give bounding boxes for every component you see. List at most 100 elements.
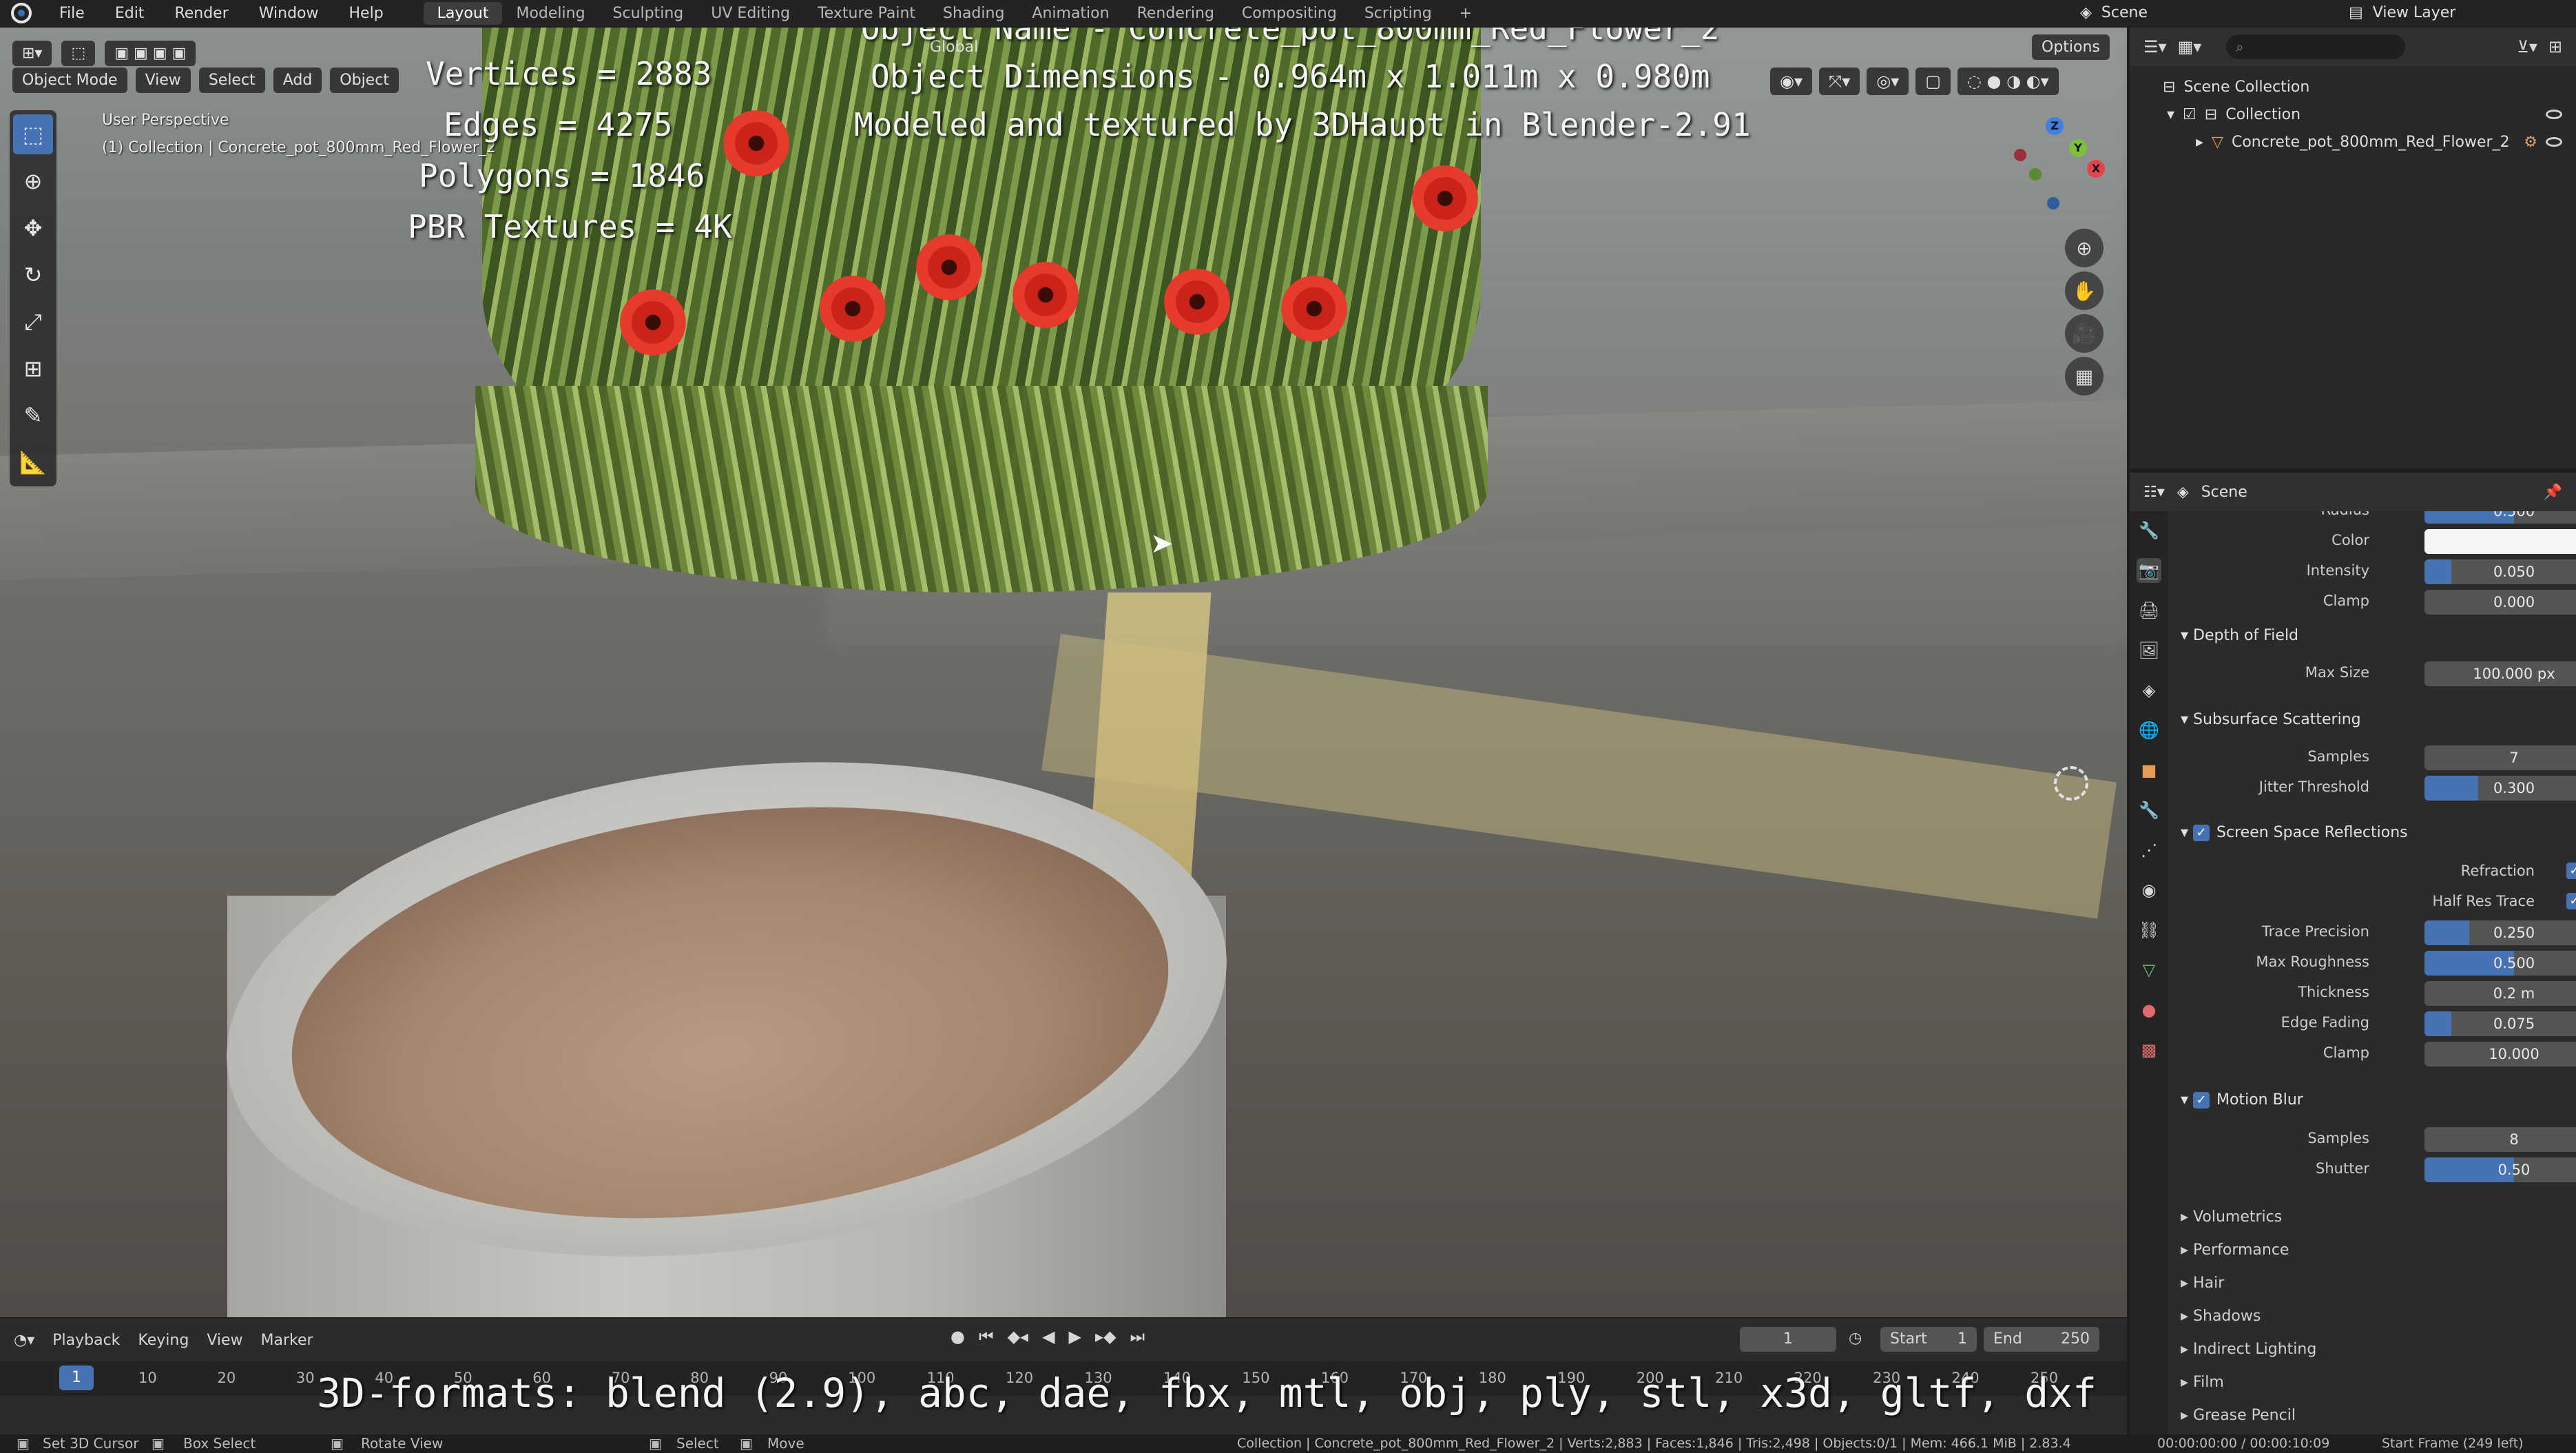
ssr-trace-precision-field[interactable]: 0.250 xyxy=(2424,920,2576,945)
move-tool-icon[interactable]: ✥ xyxy=(13,208,53,248)
dof-max-size-field[interactable]: 100.000 px xyxy=(2424,661,2576,686)
tab-shading[interactable]: Shading xyxy=(929,2,1018,25)
viewport-menu-add[interactable]: Add xyxy=(273,68,322,93)
pin-icon[interactable]: 📌 xyxy=(2544,484,2562,501)
tab-uv-editing[interactable]: UV Editing xyxy=(697,2,804,25)
prev-keyframe-icon[interactable]: ◆◂ xyxy=(1008,1327,1029,1346)
filter-icon[interactable]: ⊻▾ xyxy=(2517,37,2537,56)
timeline-menu-keying[interactable]: Keying xyxy=(138,1332,189,1349)
shadows-section-header[interactable]: ▸ Shadows xyxy=(2168,1299,2576,1334)
editor-type-icon[interactable]: ⊞▾ xyxy=(12,40,52,66)
jump-end-icon[interactable]: ⏭ xyxy=(1130,1327,1145,1346)
transform-tool-icon[interactable]: ⊞ xyxy=(13,349,53,389)
data-tab-icon[interactable]: ▽ xyxy=(2137,958,2161,982)
tab-animation[interactable]: Animation xyxy=(1018,2,1123,25)
ssr-max-roughness-field[interactable]: 0.500 xyxy=(2424,951,2576,976)
render-tab-icon[interactable]: 📷 xyxy=(2137,558,2161,583)
tab-sculpting[interactable]: Sculpting xyxy=(599,2,698,25)
gizmo-z-axis[interactable]: Z xyxy=(2046,117,2064,135)
navigation-gizmo[interactable]: Z X Y xyxy=(1997,110,2115,227)
ssr-half-res-checkbox[interactable]: ✓ xyxy=(2566,893,2576,909)
jump-start-icon[interactable]: ⏮ xyxy=(979,1327,994,1346)
viewport-menu-object[interactable]: Object xyxy=(330,68,399,93)
timeline-menu-playback[interactable]: Playback xyxy=(52,1332,120,1349)
menu-file[interactable]: File xyxy=(44,5,100,22)
dof-section-header[interactable]: ▾ Depth of Field xyxy=(2168,619,2576,653)
checkbox-icon[interactable]: ☑ xyxy=(2183,106,2196,123)
world-tab-icon[interactable]: 🌐 xyxy=(2137,718,2161,743)
visibility-eye-icon[interactable] xyxy=(2546,137,2562,147)
gizmo-neg-y[interactable] xyxy=(2029,168,2042,181)
gizmo-y-axis[interactable]: Y xyxy=(2069,139,2087,157)
record-icon[interactable]: ● xyxy=(951,1327,965,1346)
bloom-clamp-field[interactable]: 0.000 xyxy=(2424,590,2576,615)
play-reverse-icon[interactable]: ◀ xyxy=(1042,1327,1055,1346)
menu-help[interactable]: Help xyxy=(334,5,399,22)
visibility-icon[interactable]: ◉▾ xyxy=(1770,68,1812,95)
frame-indicator[interactable]: 1 xyxy=(59,1366,94,1390)
add-workspace-icon[interactable]: + xyxy=(1446,2,1486,25)
radius-field[interactable]: 0.500 xyxy=(2424,511,2576,524)
sss-samples-field[interactable]: 7 xyxy=(2424,745,2576,770)
sss-section-header[interactable]: ▾ Subsurface Scattering xyxy=(2168,703,2576,737)
ssr-clamp-field[interactable]: 10.000 xyxy=(2424,1042,2576,1066)
outliner-row-scene-collection[interactable]: ⊟ Scene Collection xyxy=(2130,73,2576,101)
menu-render[interactable]: Render xyxy=(159,5,243,22)
play-icon[interactable]: ▶ xyxy=(1069,1327,1081,1346)
motion-blur-section-header[interactable]: ▾ ✓ Motion Blur xyxy=(2168,1083,2576,1117)
outliner-row-object[interactable]: ▸ ▽ Concrete_pot_800mm_Red_Flower_2 ⚙ xyxy=(2130,128,2576,156)
rotate-tool-icon[interactable]: ↻ xyxy=(13,255,53,295)
hair-section-header[interactable]: ▸ Hair xyxy=(2168,1266,2576,1301)
grease-pencil-section-header[interactable]: ▸ Grease Pencil xyxy=(2168,1399,2576,1433)
display-mode-icon[interactable]: ▦▾ xyxy=(2178,37,2202,56)
end-frame-field[interactable]: End 250 xyxy=(1984,1327,2099,1352)
outliner-editor-icon[interactable]: ☰▾ xyxy=(2143,37,2167,56)
annotate-tool-icon[interactable]: ✎ xyxy=(13,395,53,435)
ortho-grid-icon[interactable]: ▦ xyxy=(2065,357,2104,395)
3d-viewport[interactable]: ⊞▾ ⬚ ▣ ▣ ▣ ▣ Object Mode View Select Add… xyxy=(0,28,2127,1317)
constraints-tab-icon[interactable]: ⛓ xyxy=(2137,918,2161,942)
ssr-checkbox[interactable]: ✓ xyxy=(2193,825,2210,841)
measure-tool-icon[interactable]: 📐 xyxy=(13,442,53,482)
film-section-header[interactable]: ▸ Film xyxy=(2168,1366,2576,1400)
physics-tab-icon[interactable]: ◉ xyxy=(2137,878,2161,903)
output-tab-icon[interactable]: 🖨 xyxy=(2137,598,2161,623)
tab-scripting[interactable]: Scripting xyxy=(1351,2,1446,25)
gizmo-toggle-icon[interactable]: ⤧▾ xyxy=(1819,68,1860,95)
particles-tab-icon[interactable]: ⋰ xyxy=(2137,838,2161,863)
outliner-search-input[interactable]: ⌕ xyxy=(2226,34,2406,59)
tool-tab-icon[interactable]: 🔧 xyxy=(2137,518,2161,543)
pan-hand-icon[interactable]: ✋ xyxy=(2065,271,2104,310)
motion-blur-shutter-field[interactable]: 0.50 xyxy=(2424,1157,2576,1182)
scene-selector[interactable]: ◈ Scene xyxy=(2080,0,2148,25)
visibility-eye-icon[interactable] xyxy=(2546,110,2562,119)
collapse-arrow-icon[interactable]: ▾ xyxy=(2167,106,2174,123)
material-tab-icon[interactable]: ● xyxy=(2137,998,2161,1022)
modifier-tab-icon[interactable]: 🔧 xyxy=(2137,798,2161,823)
bloom-color-swatch[interactable] xyxy=(2424,529,2576,554)
volumetrics-section-header[interactable]: ▸ Volumetrics xyxy=(2168,1200,2576,1235)
scene-tab-icon[interactable]: ◈ xyxy=(2137,678,2161,703)
tab-rendering[interactable]: Rendering xyxy=(1123,2,1228,25)
tab-texture-paint[interactable]: Texture Paint xyxy=(804,2,929,25)
ssr-edge-fading-field[interactable]: 0.075 xyxy=(2424,1011,2576,1036)
new-collection-icon[interactable]: ⊞ xyxy=(2548,37,2562,56)
object-mode-dropdown[interactable]: Object Mode xyxy=(12,68,127,93)
performance-section-header[interactable]: ▸ Performance xyxy=(2168,1233,2576,1268)
motion-blur-checkbox[interactable]: ✓ xyxy=(2193,1092,2210,1109)
select-mode-icon[interactable]: ⬚ xyxy=(61,40,96,66)
start-frame-field[interactable]: Start 1 xyxy=(1880,1327,1977,1352)
viewport-menu-select[interactable]: Select xyxy=(198,68,265,93)
ssr-thickness-field[interactable]: 0.2 m xyxy=(2424,981,2576,1006)
options-dropdown[interactable]: Options xyxy=(2032,34,2110,60)
viewport-menu-view[interactable]: View xyxy=(135,68,191,93)
timeline-menu-view[interactable]: View xyxy=(207,1332,242,1349)
properties-editor-icon[interactable]: ☷▾ xyxy=(2143,484,2165,501)
gizmo-neg-z[interactable] xyxy=(2047,197,2059,209)
outliner-row-collection[interactable]: ▾ ☑ ⊟ Collection xyxy=(2130,101,2576,128)
timeline-menu-marker[interactable]: Marker xyxy=(261,1332,313,1349)
overlay-toggle-icon[interactable]: ◎▾ xyxy=(1867,68,1909,95)
sss-jitter-field[interactable]: 0.300 xyxy=(2424,776,2576,801)
tab-compositing[interactable]: Compositing xyxy=(1228,2,1351,25)
camera-view-icon[interactable]: 🎥 xyxy=(2065,314,2104,353)
